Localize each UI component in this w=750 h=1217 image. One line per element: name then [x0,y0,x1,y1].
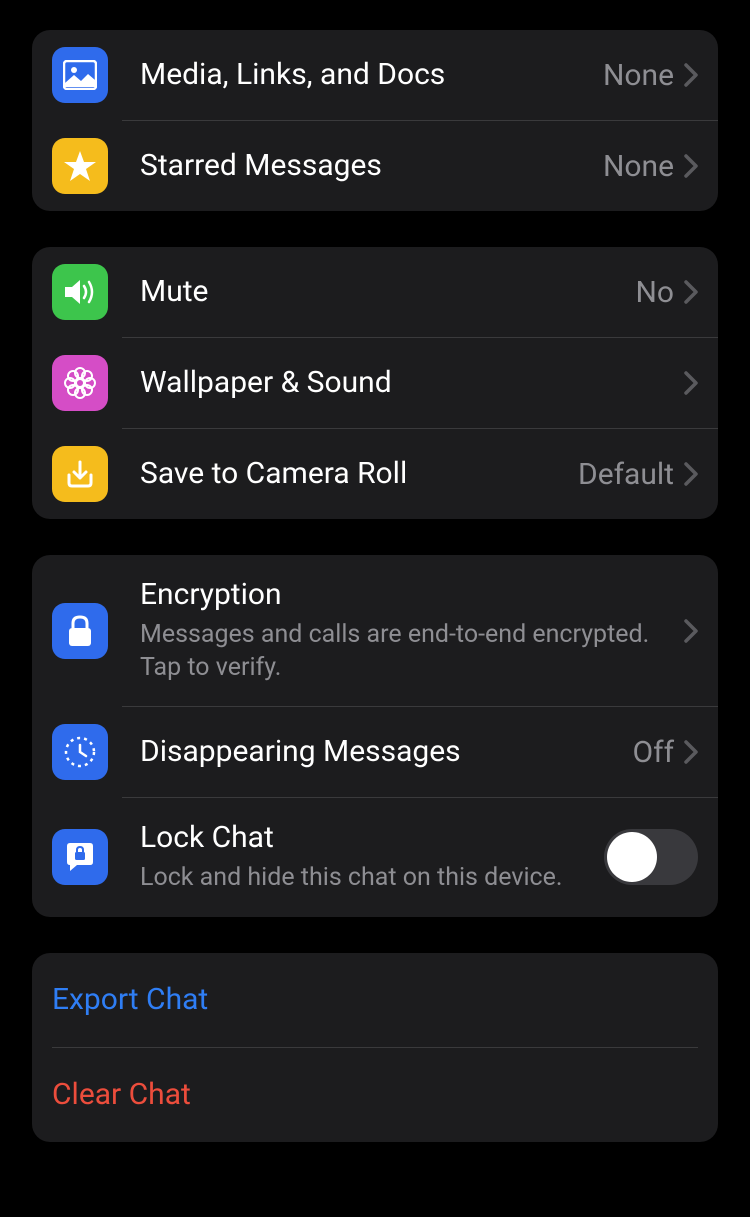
row-label: Lock Chat [140,820,604,856]
row-starred-messages[interactable]: Starred Messages None [32,121,718,211]
row-label: Encryption [140,577,684,613]
flower-icon [52,355,108,411]
speaker-icon [52,264,108,320]
lock-chat-toggle[interactable] [604,829,698,885]
row-subtitle: Messages and calls are end-to-end encryp… [140,619,684,684]
row-disappearing-messages[interactable]: Disappearing Messages Off [32,707,718,797]
action-label: Clear Chat [52,1077,191,1112]
row-content: Wallpaper & Sound [140,365,684,401]
status-bar [0,0,750,12]
row-value: Off [633,735,675,770]
row-content: Mute [140,274,635,310]
row-content: Disappearing Messages [140,734,633,770]
row-label: Starred Messages [140,148,603,184]
row-label: Mute [140,274,635,310]
row-wallpaper-sound[interactable]: Wallpaper & Sound [32,338,718,428]
row-media-links-docs[interactable]: Media, Links, and Docs None [32,30,718,120]
chevron-right-icon [684,154,698,178]
chevron-right-icon [684,462,698,486]
row-save-camera-roll[interactable]: Save to Camera Roll Default [32,429,718,519]
row-mute[interactable]: Mute No [32,247,718,337]
row-encryption[interactable]: Encryption Messages and calls are end-to… [32,555,718,706]
chevron-right-icon [684,619,698,643]
photo-icon [52,47,108,103]
lock-icon [52,603,108,659]
section-privacy: Encryption Messages and calls are end-to… [32,555,718,917]
chevron-right-icon [684,740,698,764]
star-icon [52,138,108,194]
chevron-right-icon [684,63,698,87]
section-media-starred: Media, Links, and Docs None Starred Mess… [32,30,718,211]
row-value: None [603,149,674,184]
row-content: Media, Links, and Docs [140,57,603,93]
row-content: Lock Chat Lock and hide this chat on thi… [140,820,604,895]
clear-chat-button[interactable]: Clear Chat [32,1048,718,1142]
action-label: Export Chat [52,982,208,1017]
row-label: Save to Camera Roll [140,456,578,492]
timer-icon [52,724,108,780]
toggle-knob [607,832,657,882]
download-icon [52,446,108,502]
section-mute-wallpaper-save: Mute No Wallpaper & Sound [32,247,718,519]
row-subtitle: Lock and hide this chat on this device. [140,862,604,895]
section-actions: Export Chat Clear Chat [32,953,718,1142]
row-content: Encryption Messages and calls are end-to… [140,577,684,684]
row-value: No [635,275,674,310]
row-value: None [603,58,674,93]
row-value: Default [578,457,674,492]
row-content: Save to Camera Roll [140,456,578,492]
row-label: Wallpaper & Sound [140,365,684,401]
chat-lock-icon [52,829,108,885]
chevron-right-icon [684,371,698,395]
row-label: Media, Links, and Docs [140,57,603,93]
chevron-right-icon [684,280,698,304]
row-content: Starred Messages [140,148,603,184]
row-lock-chat: Lock Chat Lock and hide this chat on thi… [32,798,718,917]
export-chat-button[interactable]: Export Chat [32,953,718,1047]
row-label: Disappearing Messages [140,734,633,770]
